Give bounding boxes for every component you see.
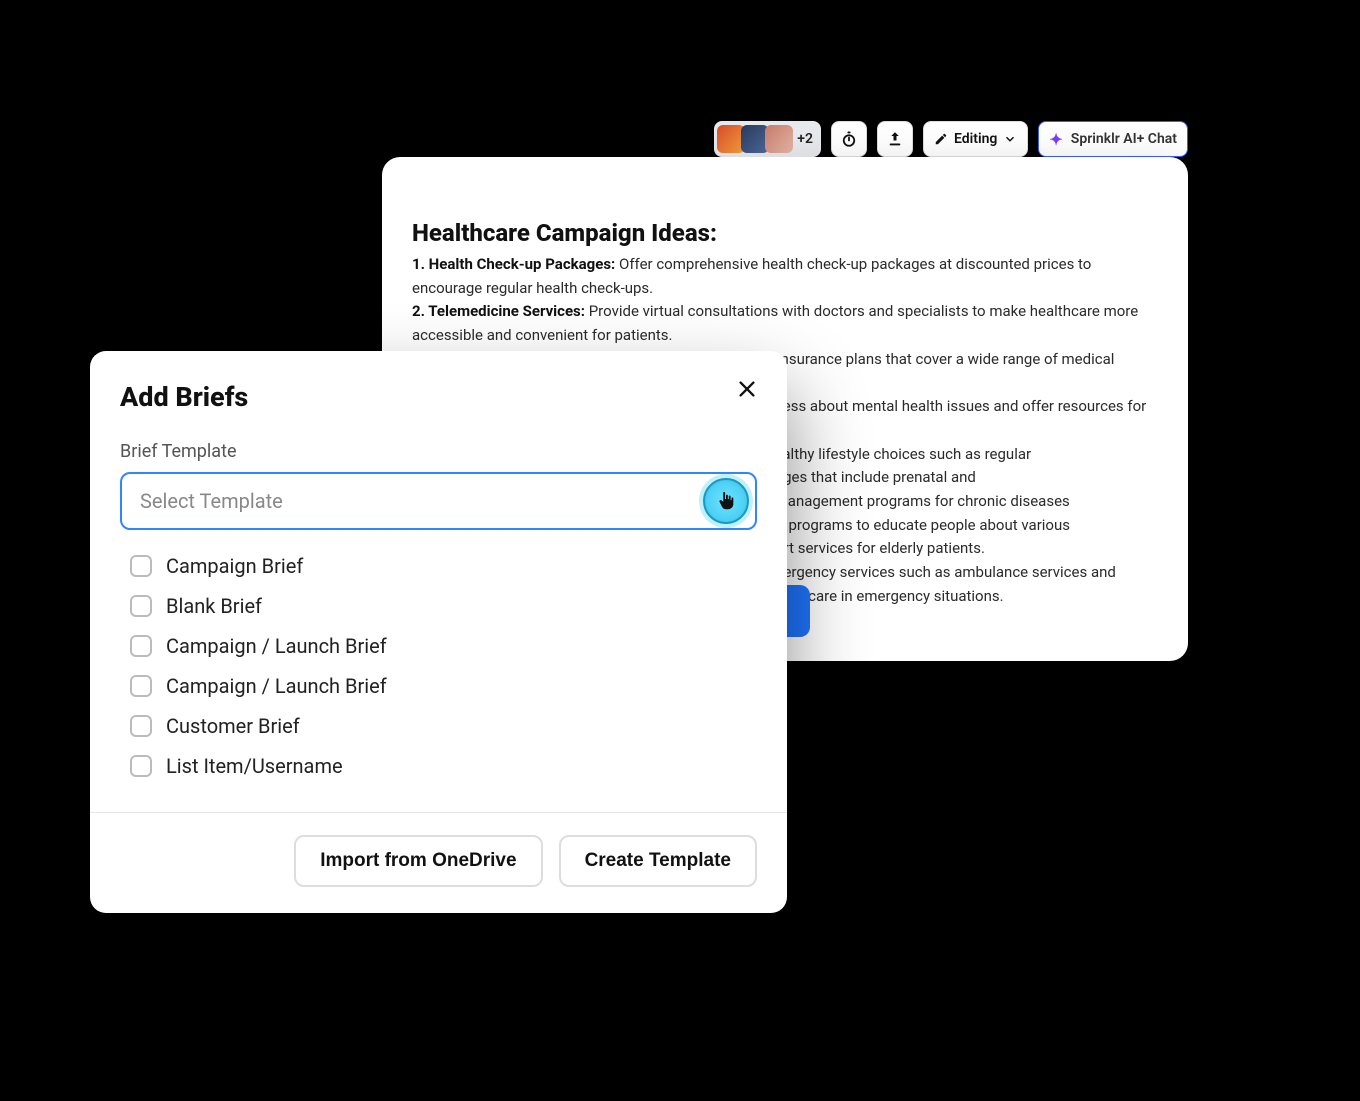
add-briefs-modal: Add Briefs Brief Template Select Templat… <box>90 351 787 913</box>
chevron-down-icon <box>720 489 740 514</box>
avatar-overflow-count: +2 <box>797 131 813 147</box>
editing-mode-button[interactable]: Editing <box>923 121 1028 157</box>
template-option-label: Customer Brief <box>166 714 300 738</box>
template-option-label: Campaign / Launch Brief <box>166 634 387 658</box>
template-option[interactable]: List Item/Username <box>120 746 757 786</box>
close-icon <box>736 378 758 400</box>
hidden-primary-button[interactable] <box>786 585 810 637</box>
close-button[interactable] <box>731 373 763 405</box>
import-onedrive-button[interactable]: Import from OneDrive <box>294 835 542 887</box>
checkbox[interactable] <box>130 595 152 617</box>
ai-chat-button[interactable]: ✦ Sprinklr AI+ Chat <box>1038 121 1188 157</box>
template-option[interactable]: Campaign / Launch Brief <box>120 626 757 666</box>
checkbox[interactable] <box>130 755 152 777</box>
doc-title: Healthcare Campaign Ideas: <box>412 219 1150 247</box>
template-option-label: List Item/Username <box>166 754 343 778</box>
template-dropdown: Campaign Brief Blank Brief Campaign / Laun… <box>120 540 757 796</box>
avatar <box>765 125 793 153</box>
template-option-label: Campaign Brief <box>166 554 303 578</box>
modal-footer: Import from OneDrive Create Template <box>90 812 787 913</box>
create-label: Create Template <box>585 850 731 872</box>
stopwatch-icon <box>840 130 858 148</box>
modal-title: Add Briefs <box>120 381 757 413</box>
checkbox[interactable] <box>130 555 152 577</box>
upload-icon <box>886 130 904 148</box>
idea-row: 1. Health Check-up Packages: Offer compr… <box>412 253 1150 300</box>
checkbox[interactable] <box>130 635 152 657</box>
create-template-button[interactable]: Create Template <box>559 835 757 887</box>
template-option[interactable]: Campaign Brief <box>120 546 757 586</box>
top-toolbar: +2 Editing ✦ Sprinklr AI+ Chat <box>698 118 1188 160</box>
template-option[interactable]: Campaign / Launch Brief <box>120 666 757 706</box>
editing-mode-label: Editing <box>954 131 997 147</box>
ai-chat-label: Sprinklr AI+ Chat <box>1071 131 1177 147</box>
chevron-down-icon <box>1003 132 1017 146</box>
pencil-icon <box>934 132 948 146</box>
checkbox[interactable] <box>130 675 152 697</box>
select-placeholder: Select Template <box>140 489 283 513</box>
sparkle-icon: ✦ <box>1049 130 1062 149</box>
upload-button[interactable] <box>877 121 913 157</box>
checkbox[interactable] <box>130 715 152 737</box>
import-label: Import from OneDrive <box>320 850 516 872</box>
template-option-label: Blank Brief <box>166 594 262 618</box>
template-option[interactable]: Customer Brief <box>120 706 757 746</box>
template-select[interactable]: Select Template <box>120 472 757 530</box>
field-label: Brief Template <box>120 441 757 462</box>
idea-row: 2. Telemedicine Services: Provide virtua… <box>412 300 1150 347</box>
collaborator-avatars[interactable]: +2 <box>714 121 821 157</box>
template-option-label: Campaign / Launch Brief <box>166 674 387 698</box>
timer-button[interactable] <box>831 121 867 157</box>
template-option[interactable]: Blank Brief <box>120 586 757 626</box>
